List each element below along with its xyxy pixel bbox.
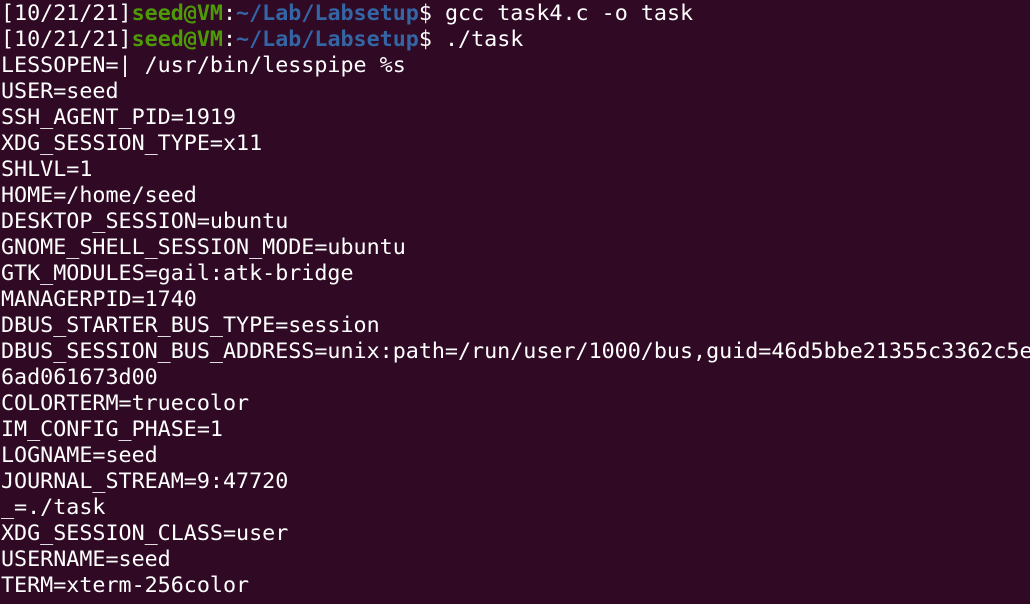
output-line: COLORTERM=truecolor	[1, 391, 250, 416]
output-line: JOURNAL_STREAM=9:47720	[1, 469, 289, 494]
prompt-command: gcc task4.c -o task	[431, 1, 694, 26]
prompt-timestamp: [10/21/21]	[1, 27, 132, 52]
output-line: DESKTOP_SESSION=ubuntu	[1, 209, 289, 234]
output-line: USERNAME=seed	[1, 547, 171, 572]
output-line: GNOME_SHELL_SESSION_MODE=ubuntu	[1, 235, 406, 260]
prompt-line: [10/21/21]seed@VM:~/Lab/Labsetup$ gcc ta…	[0, 1, 1030, 27]
prompt-symbol: $	[418, 1, 432, 26]
terminal-window[interactable]: [10/21/21]seed@VM:~/Lab/Labsetup$ gcc ta…	[0, 0, 1030, 604]
prompt-path: ~/Lab/Labsetup	[236, 27, 419, 52]
output-line: MANAGERPID=1740	[1, 287, 197, 312]
prompt-path: ~/Lab/Labsetup	[236, 1, 419, 26]
output-line: XDG_SESSION_TYPE=x11	[1, 131, 263, 156]
prompt-command: ./task	[431, 27, 524, 52]
output-line: TERM=xterm-256color	[1, 573, 250, 598]
prompt-user-host: seed@VM	[131, 1, 223, 26]
output-line: 6ad061673d00	[1, 365, 158, 390]
output-line: HOME=/home/seed	[1, 183, 197, 208]
output-line: DBUS_SESSION_BUS_ADDRESS=unix:path=/run/…	[1, 339, 1030, 364]
output-line: DBUS_STARTER_BUS_TYPE=session	[1, 313, 380, 338]
prompt-separator: :	[222, 1, 237, 26]
output-line: IM_CONFIG_PHASE=1	[1, 417, 223, 442]
output-line: LOGNAME=seed	[1, 443, 158, 468]
output-line: LESSOPEN=| /usr/bin/lesspipe %s	[1, 53, 406, 78]
prompt-user-host: seed@VM	[131, 27, 223, 52]
output-line: XDG_SESSION_CLASS=user	[1, 521, 289, 546]
prompt-timestamp: [10/21/21]	[1, 1, 132, 26]
output-line: GTK_MODULES=gail:atk-bridge	[1, 261, 354, 286]
output-line: SHLVL=1	[1, 157, 93, 182]
output-line: SSH_AGENT_PID=1919	[1, 105, 237, 130]
prompt-symbol: $	[418, 27, 432, 52]
prompt-line: [10/21/21]seed@VM:~/Lab/Labsetup$ ./task	[0, 27, 1030, 53]
output-line: USER=seed	[1, 79, 119, 104]
output-line: _=./task	[1, 495, 106, 520]
prompt-separator: :	[222, 27, 237, 52]
